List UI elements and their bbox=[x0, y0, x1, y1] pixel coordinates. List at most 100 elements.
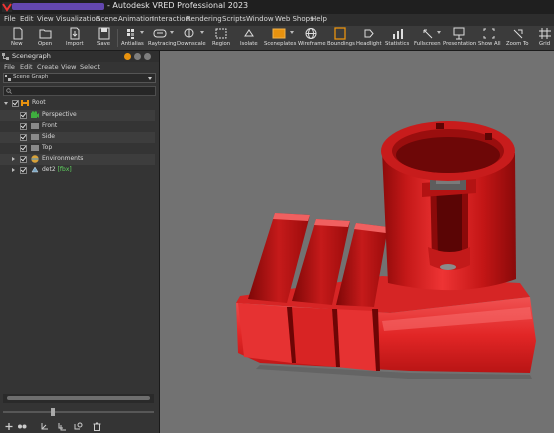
group-icon[interactable] bbox=[17, 422, 27, 431]
fullscreen-button[interactable]: Fullscreen bbox=[414, 26, 442, 50]
scenegraph-menu-create[interactable]: Create bbox=[37, 63, 59, 71]
visibility-checkbox[interactable] bbox=[20, 167, 27, 174]
tree-node-name: Environments bbox=[42, 155, 84, 162]
render-viewport[interactable] bbox=[160, 51, 554, 433]
tree-row-front[interactable]: Front bbox=[0, 121, 155, 132]
slider-track bbox=[3, 411, 154, 413]
menu-rendering[interactable]: Rendering bbox=[186, 15, 222, 23]
scenegraph-menu-file[interactable]: File bbox=[4, 63, 15, 71]
scenegraph-menu-edit[interactable]: Edit bbox=[20, 63, 33, 71]
slider-handle[interactable] bbox=[51, 408, 55, 416]
expand-arrow-icon[interactable] bbox=[12, 157, 15, 161]
chevron-down-icon bbox=[148, 77, 152, 80]
tree-row-environments[interactable]: Environments bbox=[0, 154, 155, 165]
sceneplates-label: Sceneplates bbox=[264, 41, 297, 47]
statistics-button[interactable]: Statistics bbox=[385, 26, 411, 50]
chevron-down-icon[interactable] bbox=[290, 31, 294, 34]
tree-row-perspective[interactable]: Perspective bbox=[0, 110, 155, 121]
save-button[interactable]: Save bbox=[94, 26, 114, 50]
grid-icon bbox=[539, 28, 551, 39]
chevron-down-icon[interactable] bbox=[437, 31, 441, 34]
headlight-button[interactable]: Headlight bbox=[356, 26, 382, 50]
region-label: Region bbox=[212, 41, 231, 47]
clone-icon[interactable] bbox=[57, 422, 67, 431]
visibility-checkbox[interactable] bbox=[20, 134, 27, 141]
scenegraph-menu-select[interactable]: Select bbox=[80, 63, 100, 71]
boundings-button[interactable]: Boundings bbox=[327, 26, 355, 50]
menu-help[interactable]: Help bbox=[311, 15, 327, 23]
wireframe-label: Wireframe bbox=[298, 41, 326, 47]
sceneplates-button[interactable]: Sceneplates bbox=[264, 26, 296, 50]
horizontal-scrollbar[interactable] bbox=[3, 394, 154, 403]
scenegraph-menu: File Edit Create View Select bbox=[0, 63, 159, 73]
tree-row-det2[interactable]: det2 [fbx] bbox=[0, 165, 155, 176]
show-all-icon bbox=[483, 28, 495, 39]
isolate-button[interactable]: Isolate bbox=[238, 26, 260, 50]
tree-row-side[interactable]: Side bbox=[0, 132, 155, 143]
antialias-label: Antialias bbox=[121, 41, 144, 47]
menu-animation[interactable]: Animation bbox=[118, 15, 154, 23]
wireframe-button[interactable]: Wireframe bbox=[298, 26, 326, 50]
view-icon bbox=[31, 123, 39, 129]
open-label: Open bbox=[38, 41, 53, 47]
scene-graph-selector[interactable]: Scene Graph bbox=[3, 73, 156, 83]
menu-file[interactable]: File bbox=[4, 15, 16, 23]
region-button[interactable]: Region bbox=[210, 26, 232, 50]
tree-node-name: det2 [fbx] bbox=[42, 166, 72, 173]
tree-row-root[interactable]: Root bbox=[0, 98, 155, 109]
visibility-checkbox[interactable] bbox=[12, 100, 19, 107]
downscale-button[interactable]: Downscale bbox=[177, 26, 206, 50]
geometry-icon bbox=[31, 166, 39, 173]
menu-web-shops[interactable]: Web Shops bbox=[275, 15, 314, 23]
zoom-slider[interactable] bbox=[3, 408, 154, 416]
new-button[interactable]: New bbox=[8, 26, 28, 50]
app-logo-icon bbox=[2, 2, 12, 12]
headlight-label: Headlight bbox=[356, 41, 382, 47]
new-file-icon bbox=[13, 27, 23, 40]
help-icon[interactable] bbox=[124, 53, 131, 60]
scrollbar-thumb[interactable] bbox=[7, 396, 150, 400]
headlight-icon bbox=[364, 29, 374, 38]
menu-window[interactable]: Window bbox=[246, 15, 274, 23]
scenegraph-search-input[interactable] bbox=[3, 86, 156, 96]
menu-edit[interactable]: Edit bbox=[20, 15, 34, 23]
chevron-down-icon[interactable] bbox=[200, 31, 204, 34]
scenegraph-menu-view[interactable]: View bbox=[61, 63, 76, 71]
scenegraph-icon bbox=[2, 53, 9, 60]
region-icon bbox=[215, 28, 227, 39]
menu-interaction[interactable]: Interaction bbox=[152, 15, 190, 23]
boundings-label: Boundings bbox=[327, 41, 355, 47]
visibility-checkbox[interactable] bbox=[20, 112, 27, 119]
expand-arrow-icon[interactable] bbox=[12, 168, 15, 172]
show-all-button[interactable]: Show All bbox=[478, 26, 501, 50]
view-icon bbox=[31, 145, 39, 151]
add-node-icon[interactable] bbox=[4, 422, 14, 431]
link-icon[interactable] bbox=[73, 422, 83, 431]
grid-button[interactable]: Grid bbox=[537, 26, 553, 50]
import-button[interactable]: Import bbox=[64, 26, 86, 50]
delete-icon[interactable] bbox=[92, 422, 102, 431]
fullscreen-icon bbox=[423, 29, 433, 39]
tree-row-top[interactable]: Top bbox=[0, 143, 155, 154]
antialias-button[interactable]: Antialias bbox=[121, 26, 145, 50]
visibility-checkbox[interactable] bbox=[20, 123, 27, 130]
chevron-down-icon[interactable] bbox=[170, 31, 174, 34]
visibility-checkbox[interactable] bbox=[20, 156, 27, 163]
menu-visualization[interactable]: Visualization bbox=[56, 15, 100, 23]
scenegraph-title: Scenegraph bbox=[12, 52, 51, 60]
expand-arrow-icon[interactable] bbox=[4, 102, 8, 105]
open-button[interactable]: Open bbox=[36, 26, 56, 50]
zoom-to-button[interactable]: Zoom To bbox=[506, 26, 530, 50]
open-folder-icon bbox=[39, 29, 52, 39]
close-icon[interactable] bbox=[144, 53, 151, 60]
menu-scripts[interactable]: Scripts bbox=[222, 15, 246, 23]
raytracing-button[interactable]: Raytracing bbox=[148, 26, 177, 50]
float-icon[interactable] bbox=[134, 53, 141, 60]
title-bar: - Autodesk VRED Professional 2023 bbox=[0, 0, 554, 14]
presentation-button[interactable]: Presentation bbox=[443, 26, 476, 50]
chevron-down-icon[interactable] bbox=[140, 31, 144, 34]
menu-view[interactable]: View bbox=[37, 15, 54, 23]
transform-icon[interactable] bbox=[40, 422, 50, 431]
menu-scene[interactable]: Scene bbox=[96, 15, 117, 23]
visibility-checkbox[interactable] bbox=[20, 145, 27, 152]
